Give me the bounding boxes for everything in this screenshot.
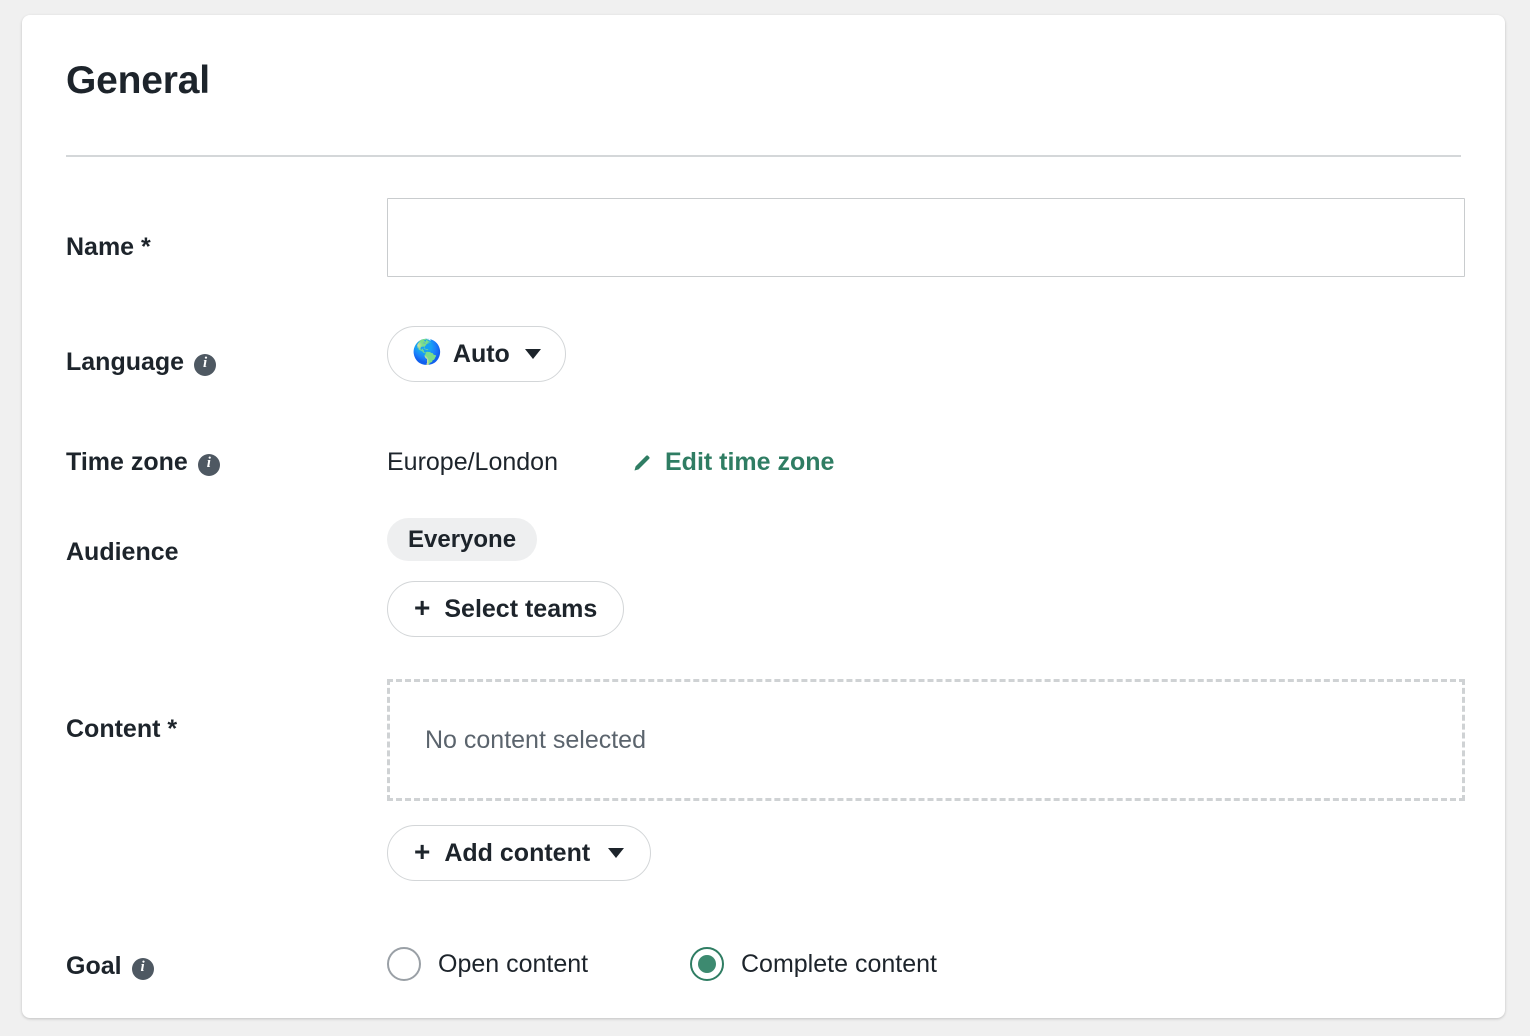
no-content-selected-text: No content selected [425, 725, 646, 754]
info-icon: i [131, 957, 154, 980]
audience-label: Audience [66, 538, 179, 567]
goal-option-open-content[interactable]: Open content [387, 947, 588, 981]
goal-option-complete-content[interactable]: Complete content [690, 947, 937, 981]
content-label: Content * [66, 715, 177, 744]
select-teams-label: Select teams [444, 594, 598, 623]
plus-icon: + [414, 592, 431, 623]
edit-time-zone-link[interactable]: Edit time zone [630, 448, 834, 477]
radio-button-selected[interactable] [690, 947, 724, 981]
info-icon: i [194, 353, 217, 376]
goal-label: Goal i [66, 952, 154, 981]
plus-icon: + [414, 836, 431, 867]
time-zone-label-text: Time zone [66, 448, 188, 476]
goal-option-open-content-label: Open content [438, 949, 589, 978]
title-divider [66, 155, 1461, 157]
time-zone-label: Time zone i [66, 448, 220, 477]
radio-button-unselected[interactable] [387, 947, 421, 981]
page-title: General [66, 59, 210, 102]
language-label: Language i [66, 348, 217, 377]
language-selected-value: Auto [452, 339, 510, 368]
general-settings-card: General Name * Language i 🌎 Auto Time zo… [22, 15, 1505, 1018]
globe-icon: 🌎 [412, 339, 442, 366]
audience-chip-everyone[interactable]: Everyone [387, 518, 538, 561]
goal-option-complete-content-label: Complete content [741, 949, 937, 978]
select-teams-button[interactable]: + Select teams [387, 581, 625, 637]
add-content-button[interactable]: + Add content [387, 825, 652, 881]
name-label: Name * [66, 233, 151, 262]
edit-time-zone-text: Edit time zone [665, 448, 835, 476]
audience-label-text: Audience [66, 538, 179, 566]
pencil-icon [634, 454, 650, 470]
language-dropdown[interactable]: 🌎 Auto [387, 326, 566, 382]
audience-chip-label: Everyone [408, 525, 517, 553]
time-zone-value: Europe/London [387, 448, 558, 476]
chevron-down-icon [608, 848, 625, 858]
content-label-text: Content * [66, 715, 178, 743]
name-input[interactable] [387, 198, 1465, 277]
radio-dot [698, 955, 716, 973]
language-label-text: Language [66, 348, 185, 376]
add-content-label: Add content [444, 838, 591, 867]
name-label-text: Name * [66, 233, 151, 261]
chevron-down-icon [524, 349, 541, 359]
info-icon: i [197, 453, 220, 476]
goal-label-text: Goal [66, 952, 122, 980]
content-dropzone[interactable]: No content selected [387, 679, 1465, 801]
